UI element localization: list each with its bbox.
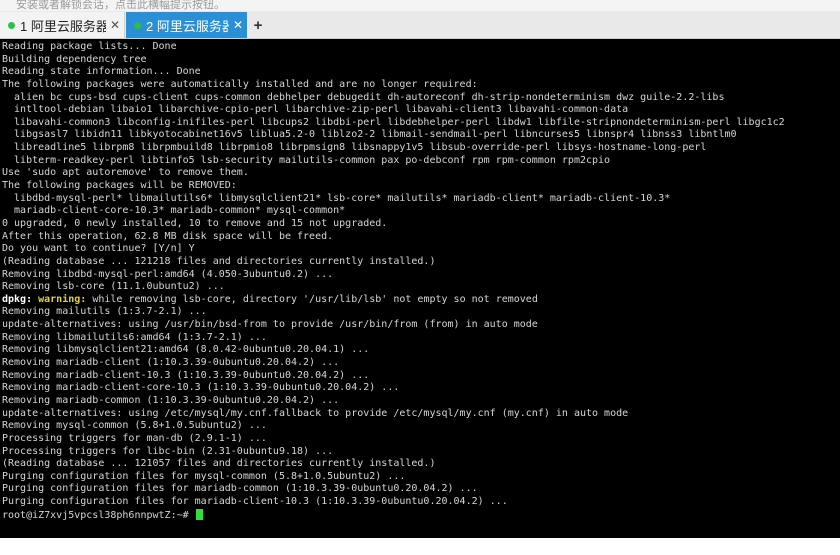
close-icon[interactable]: ✕ (106, 18, 124, 32)
tab-label: 1 阿里云服务器 (20, 18, 106, 34)
terminal-line: update-alternatives: using /etc/mysql/my… (2, 407, 629, 419)
notification-banner[interactable]: 安装或者解锁会话，点击此横幅提示按钮。 (0, 0, 840, 11)
terminal-line: Reading state information... Done (2, 66, 201, 78)
terminal-line: Removing libdbd-mysql-perl:amd64 (4.050-… (2, 268, 334, 280)
warning-message: while removing lsb-core, directory '/usr… (86, 293, 538, 305)
terminal-line: Removing mariadb-client-10.3 (1:10.3.39-… (2, 369, 370, 381)
terminal-line: Reading package lists... Done (2, 41, 177, 52)
terminal-line: Removing mariadb-client-core-10.3 (1:10.… (2, 382, 400, 394)
terminal-line: Removing lsb-core (11.1.0ubuntu2) ... (2, 281, 225, 293)
terminal-line: Processing triggers for libc-bin (2.31-0… (2, 445, 334, 457)
close-icon[interactable]: ✕ (229, 18, 247, 32)
terminal-line: Removing mailutils (1:3.7-2.1) ... (2, 306, 207, 318)
terminal-line: libterm-readkey-perl libtinfo5 lsb-secur… (2, 154, 611, 166)
shell-prompt: root@iZ7xvj5vpcsl38ph6nnpwtZ:~# (2, 509, 195, 521)
prompt-line[interactable]: root@iZ7xvj5vpcsl38ph6nnpwtZ:~# (2, 508, 840, 522)
terminal-line: intltool-debian libaio1 libarchive-cpio-… (2, 104, 629, 116)
connection-status-icon (8, 21, 15, 29)
terminal-line: Use 'sudo apt autoremove' to remove them… (2, 167, 249, 179)
terminal-line: The following packages were automaticall… (2, 78, 478, 90)
terminal-line: Removing libmysqlclient21:amd64 (8.0.42-… (2, 344, 370, 356)
tab-label: 2 阿里云服务器 (146, 18, 229, 34)
terminal-line: (Reading database ... 121057 files and d… (2, 458, 436, 470)
terminal-line: After this operation, 62.8 MB disk space… (2, 230, 334, 242)
terminal-line: Removing libmailutils6:amd64 (1:3.7-2.1)… (2, 331, 267, 343)
terminal-line: libavahi-common3 libconfig-inifiles-perl… (2, 116, 785, 128)
terminal-line: alien bc cups-bsd cups-client cups-commo… (2, 91, 725, 103)
connection-status-icon (134, 21, 141, 29)
terminal-line: update-alternatives: using /usr/bin/bsd-… (2, 319, 538, 331)
terminal-line: Purging configuration files for mariadb-… (2, 483, 478, 495)
terminal-line: Building dependency tree (2, 53, 147, 65)
tab-session-1[interactable]: 1 阿里云服务器 ✕ (0, 12, 125, 38)
terminal-line: Purging configuration files for mariadb-… (2, 496, 508, 508)
terminal-line: Processing triggers for man-db (2.9.1-1)… (2, 432, 267, 444)
terminal-lines: Reading package lists... Done Building de… (0, 39, 840, 521)
terminal-output[interactable]: Reading package lists... Done Building de… (0, 39, 840, 538)
window-bottom-edge (0, 538, 840, 555)
banner-text: 安装或者解锁会话，点击此横幅提示按钮。 (16, 0, 225, 11)
terminal-line: Do you want to continue? [Y/n] Y (2, 243, 195, 255)
terminal-line: Purging configuration files for mysql-co… (2, 470, 406, 482)
add-tab-button[interactable]: + (250, 12, 266, 38)
dpkg-prefix: dpkg: (2, 293, 39, 305)
cursor-block (195, 508, 203, 520)
terminal-line: Removing mariadb-client (1:10.3.39-0ubun… (2, 357, 340, 369)
tab-session-2[interactable]: 2 阿里云服务器 ✕ (126, 12, 247, 38)
terminal-line: Removing mariadb-common (1:10.3.39-0ubun… (2, 394, 340, 406)
terminal-line: (Reading database ... 121218 files and d… (2, 255, 436, 267)
dpkg-warning-line: dpkg: warning: while removing lsb-core, … (2, 294, 840, 307)
terminal-line: libgsasl7 libidn11 libkyotocabinet16v5 l… (2, 129, 737, 141)
terminal-line: The following packages will be REMOVED: (2, 180, 237, 192)
terminal-line: libreadline5 librpm8 librpmbuild8 librpm… (2, 142, 707, 154)
terminal-line: libdbd-mysql-perl* libmailutils6* libmys… (2, 192, 671, 204)
warning-label: warning: (38, 293, 87, 305)
terminal-line: 0 upgraded, 0 newly installed, 10 to rem… (2, 217, 388, 229)
terminal-line: Removing mysql-common (5.8+1.0.5ubuntu2)… (2, 420, 267, 432)
terminal-line: mariadb-client-core-10.3* mariadb-common… (2, 205, 346, 217)
tab-bar: 1 阿里云服务器 ✕ 2 阿里云服务器 ✕ + (0, 11, 840, 39)
